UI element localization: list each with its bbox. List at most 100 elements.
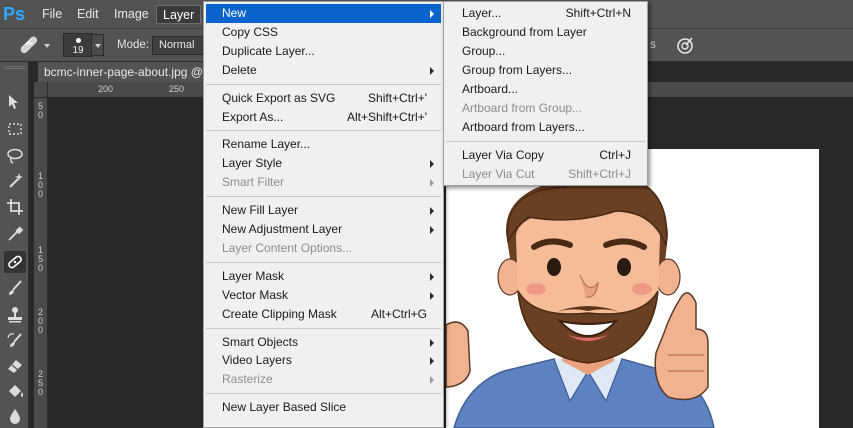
blur-icon[interactable] (4, 405, 26, 427)
chevron-right-icon (430, 338, 434, 347)
chevron-right-icon (430, 226, 434, 234)
menu-item-shortcut: Alt+Shift+Ctrl+' (347, 109, 427, 124)
menu-item-label: Layer Via Copy (462, 148, 544, 162)
menu-item-label: Layer Mask (222, 268, 285, 283)
menu-item-label: Vector Mask (222, 287, 289, 302)
menu-item-layer[interactable]: Layer... Shift+Ctrl+N (446, 4, 645, 23)
menu-separator (206, 196, 441, 198)
mode-select[interactable]: Normal (152, 36, 204, 55)
menu-item-new-adjustment-layer[interactable]: New Adjustment Layer (206, 220, 441, 239)
chevron-down-icon (95, 44, 101, 48)
menu-item-shortcut: Alt+Ctrl+G (370, 306, 427, 321)
menu-item-smart-objects[interactable]: Smart Objects (206, 333, 441, 352)
ruler-label: 200 (98, 84, 114, 94)
menu-item-new[interactable]: New (206, 4, 441, 23)
menu-item-shortcut: Ctrl+J (599, 148, 631, 162)
crop-icon[interactable] (4, 196, 26, 218)
photoshop-window: Ps File Edit Image Layer 🩹 19 Mode: Norm… (0, 0, 853, 428)
ruler-corner (34, 82, 48, 98)
menu-item-label: New Adjustment Layer (222, 222, 343, 236)
menu-item-artboard-from-group: Artboard from Group... (446, 99, 645, 118)
menu-item-label: Smart Objects (222, 334, 299, 349)
menu-item-label: Layer Via Cut (462, 167, 535, 181)
eyedropper-icon[interactable] (4, 223, 26, 245)
marquee-icon[interactable] (4, 118, 26, 140)
brush-tip-icon (76, 38, 81, 43)
ruler-label: 50 (38, 101, 44, 120)
menu-item-video-layers[interactable]: Video Layers (206, 351, 441, 370)
toolbar-grip[interactable] (4, 66, 25, 69)
vertical-ruler: 50 100 150 200 250 (34, 98, 48, 428)
menu-item-create-clipping-mask[interactable]: Create Clipping Mask Alt+Ctrl+G (206, 305, 441, 324)
menu-item-copy-css[interactable]: Copy CSS (206, 23, 441, 42)
chevron-right-icon (430, 357, 434, 366)
lasso-icon[interactable] (4, 145, 26, 167)
chevron-right-icon (430, 160, 434, 169)
menu-item-group-from-layers[interactable]: Group from Layers... (446, 61, 645, 80)
menu-item-label: Quick Export as SVG (222, 90, 336, 105)
menu-image[interactable]: Image (108, 5, 155, 24)
history-brush-icon[interactable] (4, 330, 26, 352)
menu-item-vector-mask[interactable]: Vector Mask (206, 286, 441, 305)
menu-item-label: Artboard from Group... (462, 101, 583, 115)
photoshop-logo: Ps (2, 4, 26, 24)
options-text-fragment: s (650, 39, 656, 51)
menu-item-export-as[interactable]: Export As... Alt+Shift+Ctrl+' (206, 108, 441, 127)
menu-item-duplicate-layer[interactable]: Duplicate Layer... (206, 42, 441, 61)
menu-item-label: Copy CSS (222, 24, 279, 39)
menu-file[interactable]: File (36, 5, 68, 24)
menu-layer[interactable]: Layer (156, 5, 202, 24)
document-image[interactable] (446, 149, 819, 428)
new-layer-submenu: Layer... Shift+Ctrl+N Background from Laye… (443, 1, 648, 186)
menu-edit[interactable]: Edit (71, 5, 105, 24)
menu-item-label: Layer... (462, 6, 502, 20)
menu-item-shortcut: Shift+Ctrl+' (368, 90, 427, 105)
document-tab[interactable]: bcmc-inner-page-about.jpg @ (38, 62, 210, 82)
healing-brush-icon[interactable] (4, 251, 26, 273)
menu-item-new-layer-based-slice[interactable]: New Layer Based Slice (206, 398, 441, 417)
magic-wand-icon[interactable] (4, 170, 26, 192)
menu-item-label: New Layer Based Slice (222, 400, 347, 415)
paint-bucket-icon[interactable] (4, 380, 26, 402)
menu-item-artboard[interactable]: Artboard... (446, 80, 645, 99)
ruler-label: 250 (38, 369, 44, 397)
menu-separator (206, 327, 441, 329)
layer-menu-dropdown: New Copy CSS Duplicate Layer... Delete Quick… (203, 1, 444, 428)
menu-item-rename-layer[interactable]: Rename Layer... (206, 135, 441, 154)
menu-separator (206, 393, 441, 395)
menu-item-layer-mask[interactable]: Layer Mask (206, 267, 441, 286)
menu-item-layer-via-copy[interactable]: Layer Via Copy Ctrl+J (446, 146, 645, 165)
brush-size-dropdown[interactable] (91, 34, 104, 56)
menu-item-layer-style[interactable]: Layer Style (206, 154, 441, 173)
menu-item-label: Export As... (222, 109, 284, 124)
clone-stamp-icon[interactable] (4, 304, 26, 326)
menu-separator (446, 141, 645, 142)
menu-item-label: Layer Style (222, 156, 283, 171)
menu-item-label: Group from Layers... (462, 63, 573, 77)
ruler-label: 200 (38, 307, 44, 335)
eraser-icon[interactable] (4, 355, 26, 377)
chevron-down-icon[interactable] (44, 44, 50, 48)
menu-item-label: Layer Content Options... (222, 240, 353, 255)
healing-brush-preset-icon[interactable]: 🩹 (16, 36, 42, 56)
brush-size-picker[interactable]: 19 (63, 33, 93, 57)
brush-icon[interactable] (4, 277, 26, 299)
chevron-right-icon (430, 179, 434, 188)
menu-item-label: Artboard from Layers... (462, 120, 585, 134)
menu-item-delete[interactable]: Delete (206, 61, 441, 80)
menu-item-shortcut: Shift+Ctrl+J (568, 167, 631, 181)
menu-item-quick-export-as-svg[interactable]: Quick Export as SVG Shift+Ctrl+' (206, 89, 441, 108)
menu-item-artboard-from-layers[interactable]: Artboard from Layers... (446, 118, 645, 137)
brush-size-value: 19 (72, 45, 84, 56)
menu-separator (206, 130, 441, 132)
menu-item-new-fill-layer[interactable]: New Fill Layer (206, 201, 441, 220)
target-icon[interactable] (675, 35, 695, 55)
ruler-label: 100 (38, 171, 44, 199)
move-icon[interactable] (4, 91, 26, 113)
chevron-right-icon (430, 291, 434, 300)
menu-item-group[interactable]: Group... (446, 42, 645, 61)
menu-item-label: Duplicate Layer... (222, 43, 315, 58)
menu-item-rasterize: Rasterize (206, 370, 441, 389)
menu-item-background-from-layer[interactable]: Background from Layer (446, 23, 645, 42)
chevron-right-icon (430, 272, 434, 281)
